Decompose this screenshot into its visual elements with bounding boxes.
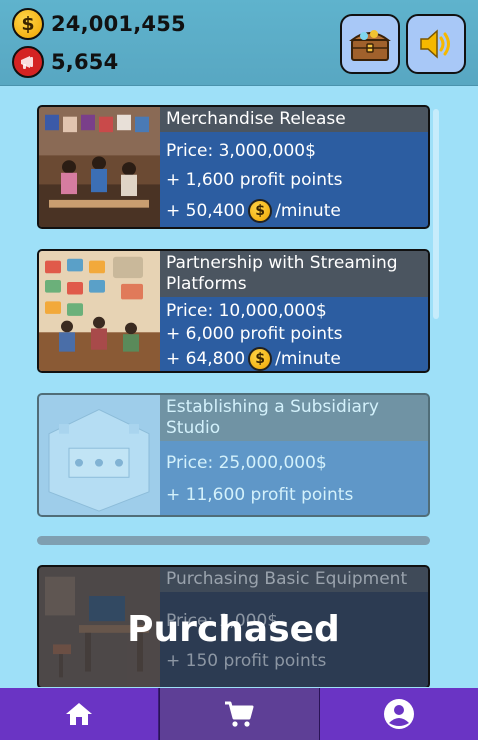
bottom-nav [0,688,478,740]
upgrade-profit: + 11,600 profit points [166,485,354,505]
income-value: + 64,800 [166,349,246,369]
home-icon [66,703,93,725]
sound-toggle-button[interactable] [406,14,466,74]
speaker-icon [420,29,450,59]
upgrade-title: Partnership with Streaming Platforms [160,251,428,297]
upgrade-profit: + 150 profit points [166,651,327,671]
upgrade-title: Merchandise Release [160,107,428,132]
upgrade-profit: + 6,000 profit points [166,324,343,344]
upgrade-price: Price: 3,000,000$ [166,141,316,161]
income-value: + 50,400 [166,201,246,221]
upgrade-card-streaming[interactable]: Partnership with Streaming Platforms Pri… [37,249,430,373]
income-unit: /minute [275,201,341,221]
fan-count-value: 5,654 [51,50,119,74]
profile-icon [383,699,414,729]
upgrade-card-merchandise[interactable]: Merchandise Release Price: 3,000,000$ + … [37,105,430,229]
upgrade-title: Purchasing Basic Equipment [160,567,428,592]
dollar-coin-icon: $ [248,199,273,223]
fan-count: 5,654 [12,46,118,78]
coin-balance-value: 24,001,455 [51,12,186,36]
dollar-coin-icon: $ [12,8,44,40]
income-unit: /minute [275,349,341,369]
section-divider [37,536,430,545]
merchandise-thumbnail [39,107,160,227]
megaphone-icon [12,46,44,78]
upgrade-price: Price: 10,000,000$ [166,301,327,321]
upgrade-card-basic-equipment[interactable]: Purchasing Basic Equipment Price: 1,000$… [37,565,430,687]
upgrade-list[interactable]: Merchandise Release Price: 3,000,000$ + … [0,87,478,687]
coin-balance: $ 24,001,455 [12,8,186,40]
upgrade-card-subsidiary[interactable]: Establishing a Subsidiary Studio Price: … [37,393,430,517]
top-bar: $ 24,001,455 5,654 [0,0,478,86]
nav-profile[interactable] [320,688,478,740]
upgrade-income: + 50,400 $ /minute [166,199,341,223]
subsidiary-studio-thumbnail [39,395,160,515]
upgrade-profit: + 1,600 profit points [166,170,343,190]
scrollbar[interactable] [433,109,439,319]
streaming-partnership-thumbnail [39,251,160,371]
dollar-coin-icon: $ [248,347,273,371]
upgrade-title: Establishing a Subsidiary Studio [160,395,428,441]
upgrade-income: + 64,800 $ /minute [166,347,341,371]
nav-shop[interactable] [159,688,320,740]
nav-home[interactable] [0,688,160,740]
treasure-chest-button[interactable] [340,14,400,74]
cart-icon [225,701,254,727]
treasure-chest-icon [349,30,391,61]
upgrade-price: Price: 25,000,000$ [166,453,327,473]
purchased-overlay: Purchased [127,609,340,650]
